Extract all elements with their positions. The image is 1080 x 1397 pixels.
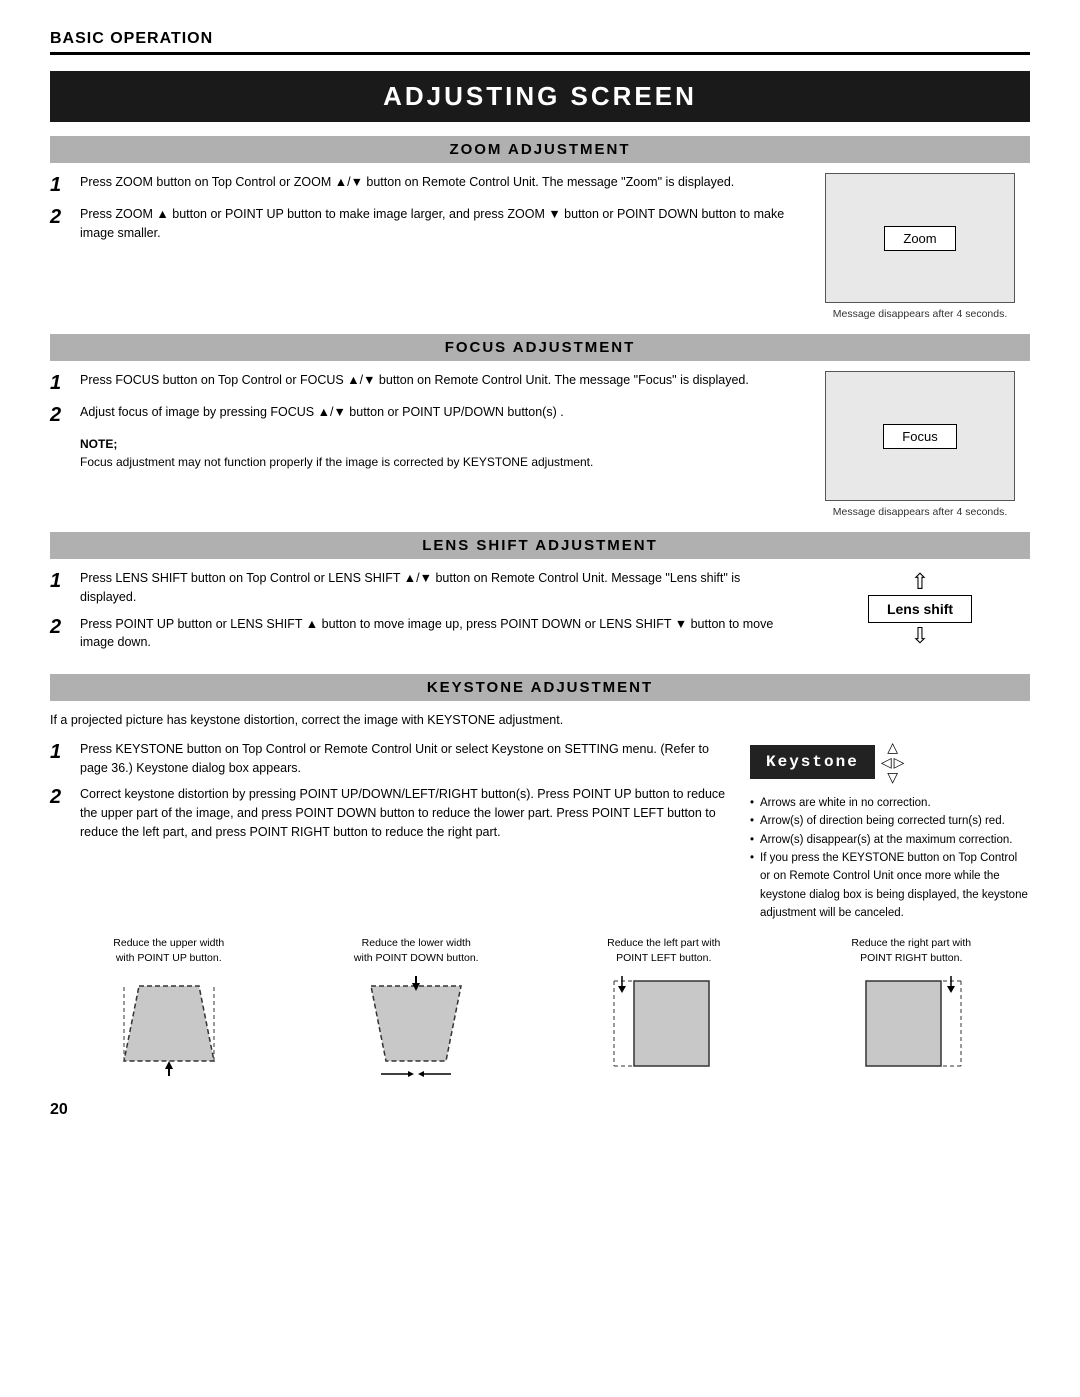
lens-shift-section: LENS SHIFT ADJUSTMENT 1 Press LENS SHIFT… <box>50 532 1030 660</box>
lens-shift-section-header: LENS SHIFT ADJUSTMENT <box>50 532 1030 559</box>
keystone-display: Keystone △ ◁ ▷ ▽ <box>750 740 1030 784</box>
lens-shift-step-1-text: Press LENS SHIFT button on Top Control o… <box>80 569 790 607</box>
zoom-section-body: 1 Press ZOOM button on Top Control or ZO… <box>50 173 1030 320</box>
zoom-step-2: 2 Press ZOOM ▲ button or POINT UP button… <box>50 205 790 243</box>
keystone-note-3: Arrow(s) disappear(s) at the maximum cor… <box>750 831 1030 849</box>
focus-section: FOCUS ADJUSTMENT 1 Press FOCUS button on… <box>50 334 1030 518</box>
keystone-section: KEYSTONE ADJUSTMENT If a projected pictu… <box>50 674 1030 1081</box>
keystone-section-header: KEYSTONE ADJUSTMENT <box>50 674 1030 701</box>
zoom-section: ZOOM ADJUSTMENT 1 Press ZOOM button on T… <box>50 136 1030 320</box>
keystone-intro: If a projected picture has keystone dist… <box>50 711 1030 730</box>
lens-shift-step-1-num: 1 <box>50 569 72 593</box>
keystone-step-1-num: 1 <box>50 740 72 764</box>
keystone-direction-arrows: △ ◁ ▷ ▽ <box>881 740 905 784</box>
keystone-diagram-left-caption: Reduce the left part withPOINT LEFT butt… <box>607 936 720 965</box>
zoom-section-header: ZOOM ADJUSTMENT <box>50 136 1030 163</box>
keystone-diagram-upper: Reduce the upper widthwith POINT UP butt… <box>50 936 288 1080</box>
keystone-diagram-right-caption: Reduce the right part withPOINT RIGHT bu… <box>851 936 971 965</box>
zoom-step-2-num: 2 <box>50 205 72 229</box>
zoom-image-col: Zoom Message disappears after 4 seconds. <box>810 173 1030 320</box>
lens-shift-step-1: 1 Press LENS SHIFT button on Top Control… <box>50 569 790 607</box>
keystone-diagram-right: Reduce the right part withPOINT RIGHT bu… <box>793 936 1031 1080</box>
keystone-diagram-lower: Reduce the lower widthwith POINT DOWN bu… <box>298 936 536 1080</box>
keystone-title: KEYSTONE ADJUSTMENT <box>427 679 653 696</box>
focus-step-2-num: 2 <box>50 403 72 427</box>
focus-step-2-text: Adjust focus of image by pressing FOCUS … <box>80 403 564 422</box>
focus-title: FOCUS ADJUSTMENT <box>445 339 636 356</box>
lens-shift-step-2-text: Press POINT UP button or LENS SHIFT ▲ bu… <box>80 615 790 653</box>
focus-step-2: 2 Adjust focus of image by pressing FOCU… <box>50 403 790 427</box>
keystone-steps: 1 Press KEYSTONE button on Top Control o… <box>50 740 730 850</box>
keystone-step-1-text: Press KEYSTONE button on Top Control or … <box>80 740 730 778</box>
zoom-message-disappears: Message disappears after 4 seconds. <box>833 308 1008 320</box>
lens-shift-section-body: 1 Press LENS SHIFT button on Top Control… <box>50 569 1030 660</box>
keystone-note-1: Arrows are white in no correction. <box>750 794 1030 812</box>
keystone-up-arrow: △ <box>887 740 898 754</box>
keystone-step-2-num: 2 <box>50 785 72 809</box>
keystone-down-arrow: ▽ <box>887 770 898 784</box>
keystone-step-2-text: Correct keystone distortion by pressing … <box>80 785 730 841</box>
zoom-step-1-text: Press ZOOM button on Top Control or ZOOM… <box>80 173 734 192</box>
focus-image-col: Focus Message disappears after 4 seconds… <box>810 371 1030 518</box>
keystone-step-1: 1 Press KEYSTONE button on Top Control o… <box>50 740 730 778</box>
main-title-bar: ADJUSTING SCREEN <box>50 71 1030 122</box>
keystone-left-arrow: ◁ <box>881 755 892 769</box>
focus-message-disappears: Message disappears after 4 seconds. <box>833 506 1008 518</box>
keystone-diagram-left: Reduce the left part withPOINT LEFT butt… <box>545 936 783 1080</box>
lens-shift-step-2-num: 2 <box>50 615 72 639</box>
focus-step-1-text: Press FOCUS button on Top Control or FOC… <box>80 371 749 390</box>
keystone-body: 1 Press KEYSTONE button on Top Control o… <box>50 740 1030 923</box>
keystone-diagrams: Reduce the upper widthwith POINT UP butt… <box>50 936 1030 1080</box>
main-title: ADJUSTING SCREEN <box>383 81 697 111</box>
zoom-step-1: 1 Press ZOOM button on Top Control or ZO… <box>50 173 790 197</box>
focus-note-title: NOTE; <box>80 435 790 453</box>
zoom-title: ZOOM ADJUSTMENT <box>449 141 630 158</box>
lens-shift-down-arrow: ⇩ <box>911 623 929 649</box>
focus-screen-label: Focus <box>883 424 956 449</box>
keystone-note-2: Arrow(s) of direction being corrected tu… <box>750 812 1030 830</box>
keystone-right-arrow: ▷ <box>894 755 905 769</box>
focus-step-1-num: 1 <box>50 371 72 395</box>
page-number: 20 <box>50 1101 1030 1119</box>
focus-note-text: Focus adjustment may not function proper… <box>80 453 790 471</box>
focus-section-body: 1 Press FOCUS button on Top Control or F… <box>50 371 1030 518</box>
zoom-step-2-text: Press ZOOM ▲ button or POINT UP button t… <box>80 205 790 243</box>
lens-shift-step-2: 2 Press POINT UP button or LENS SHIFT ▲ … <box>50 615 790 653</box>
keystone-diagram-lower-svg <box>356 971 476 1081</box>
focus-step-1: 1 Press FOCUS button on Top Control or F… <box>50 371 790 395</box>
zoom-steps: 1 Press ZOOM button on Top Control or ZO… <box>50 173 790 251</box>
keystone-notes-list: Arrows are white in no correction. Arrow… <box>750 794 1030 923</box>
keystone-note-4: If you press the KEYSTONE button on Top … <box>750 849 1030 923</box>
keystone-diagram-right-svg <box>851 971 971 1081</box>
keystone-image-col: Keystone △ ◁ ▷ ▽ Arrows are white in no … <box>750 740 1030 923</box>
zoom-screen-label: Zoom <box>884 226 955 251</box>
lens-shift-image-col: ⇧ Lens shift ⇩ <box>810 569 1030 650</box>
lens-shift-title: LENS SHIFT ADJUSTMENT <box>422 537 658 554</box>
keystone-diagram-upper-caption: Reduce the upper widthwith POINT UP butt… <box>113 936 224 965</box>
focus-screen-mockup: Focus <box>825 371 1015 501</box>
keystone-diagram-lower-caption: Reduce the lower widthwith POINT DOWN bu… <box>354 936 479 965</box>
lens-shift-steps: 1 Press LENS SHIFT button on Top Control… <box>50 569 790 660</box>
focus-steps: 1 Press FOCUS button on Top Control or F… <box>50 371 790 471</box>
lens-shift-mockup: ⇧ Lens shift ⇩ <box>825 569 1015 650</box>
basic-operation-label: BASIC OPERATION <box>50 30 213 47</box>
keystone-diagram-left-svg <box>604 971 724 1081</box>
zoom-screen-mockup: Zoom <box>825 173 1015 303</box>
lens-shift-screen-label: Lens shift <box>868 595 972 623</box>
keystone-step-2: 2 Correct keystone distortion by pressin… <box>50 785 730 841</box>
basic-operation-header: BASIC OPERATION <box>50 30 1030 55</box>
keystone-diagram-upper-svg <box>109 971 229 1081</box>
keystone-lr-arrows: ◁ ▷ <box>881 755 905 769</box>
zoom-step-1-num: 1 <box>50 173 72 197</box>
focus-section-header: FOCUS ADJUSTMENT <box>50 334 1030 361</box>
lens-shift-up-arrow: ⇧ <box>911 569 929 595</box>
focus-note: NOTE; Focus adjustment may not function … <box>80 435 790 471</box>
keystone-box-label: Keystone <box>750 745 875 779</box>
